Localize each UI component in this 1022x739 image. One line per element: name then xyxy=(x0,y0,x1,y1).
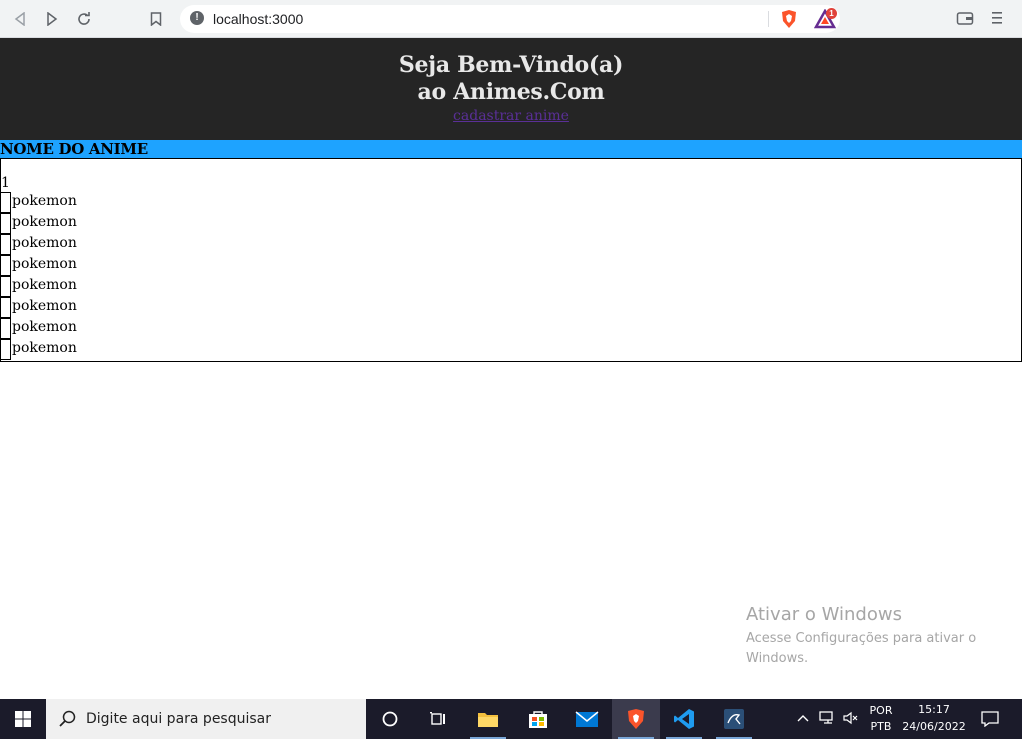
windows-icon xyxy=(15,711,31,727)
chevron-up-icon xyxy=(797,715,809,722)
back-icon xyxy=(14,12,25,26)
forward-icon xyxy=(47,12,58,26)
volume-button[interactable] xyxy=(840,699,862,739)
anime-list: 1 pokemon pokemon pokemon pokemon pokemo… xyxy=(0,158,1022,362)
volume-muted-icon xyxy=(843,711,858,725)
clock-time: 15:17 xyxy=(918,703,950,716)
network-button[interactable] xyxy=(816,699,838,739)
page-content: Seja Bem-Vindo(a) ao Animes.Com cadastra… xyxy=(0,38,1022,699)
keyboard-layout: PTB xyxy=(870,720,892,733)
back-button[interactable] xyxy=(8,7,32,31)
activation-watermark: Ativar o Windows Acesse Configurações pa… xyxy=(746,604,1006,669)
divider xyxy=(768,11,769,27)
page-header: Seja Bem-Vindo(a) ao Animes.Com cadastra… xyxy=(0,38,1022,140)
activation-subtitle: Acesse Configurações para ativar o Windo… xyxy=(746,631,977,666)
cortana-icon xyxy=(382,711,398,727)
taskbar: Digite aqui para pesquisar POR PTB 15:17… xyxy=(0,699,1022,739)
address-bar[interactable]: ! localhost:3000 1 xyxy=(180,5,840,33)
checkbox[interactable] xyxy=(1,192,11,213)
task-view-icon xyxy=(430,712,445,725)
column-header: NOME DO ANIME xyxy=(0,140,148,158)
start-button[interactable] xyxy=(0,699,46,739)
language-code: POR xyxy=(869,704,893,717)
wallet-icon[interactable] xyxy=(956,10,974,26)
anime-name: pokemon xyxy=(12,340,77,356)
store-button[interactable] xyxy=(514,699,562,739)
list-item: pokemon xyxy=(1,318,301,339)
cortana-button[interactable] xyxy=(366,699,414,739)
checkbox[interactable] xyxy=(1,339,11,360)
anime-name: pokemon xyxy=(12,319,77,335)
taskbar-search[interactable]: Digite aqui para pesquisar xyxy=(46,699,366,739)
url-text[interactable]: localhost:3000 xyxy=(213,11,303,27)
checkbox[interactable] xyxy=(1,276,11,297)
browser-toolbar: ! localhost:3000 1 xyxy=(0,0,1022,38)
task-view-button[interactable] xyxy=(414,699,462,739)
menu-icon[interactable] xyxy=(990,10,1004,26)
bookmark-icon xyxy=(150,12,162,26)
list-item: pokemon xyxy=(1,234,301,255)
brave-shields-icon[interactable] xyxy=(780,9,798,29)
folder-icon xyxy=(478,713,498,727)
anime-name: pokemon xyxy=(12,277,77,293)
checkbox[interactable] xyxy=(1,234,11,255)
checkbox[interactable] xyxy=(1,297,11,318)
mail-icon xyxy=(575,711,599,727)
mysql-workbench-button[interactable] xyxy=(710,699,758,739)
list-item: pokemon xyxy=(1,213,301,234)
list-item: pokemon xyxy=(1,192,301,213)
reload-icon xyxy=(78,12,90,25)
search-icon xyxy=(59,710,76,727)
mysql-workbench-icon xyxy=(724,709,744,729)
notification-icon xyxy=(981,711,999,727)
clock-date: 24/06/2022 xyxy=(902,720,966,733)
anime-name: pokemon xyxy=(12,256,77,272)
forward-button[interactable] xyxy=(40,7,64,31)
vscode-button[interactable] xyxy=(660,699,708,739)
reload-button[interactable] xyxy=(72,7,96,31)
clock[interactable]: 15:17 24/06/2022 xyxy=(902,699,966,739)
vscode-icon xyxy=(674,709,694,729)
mail-button[interactable] xyxy=(563,699,611,739)
brave-browser-button[interactable] xyxy=(612,699,660,739)
anime-name: pokemon xyxy=(12,298,77,314)
activation-title: Ativar o Windows xyxy=(746,604,902,625)
show-hidden-icons-button[interactable] xyxy=(794,699,814,739)
list-item: pokemon xyxy=(1,297,301,318)
anime-name: pokemon xyxy=(12,214,77,230)
column-header-bar: NOME DO ANIME xyxy=(0,140,1022,158)
list-item: pokemon xyxy=(1,339,301,360)
checkbox[interactable] xyxy=(1,255,11,276)
site-info-icon[interactable]: ! xyxy=(190,11,204,25)
register-anime-link[interactable]: cadastrar anime xyxy=(0,108,1022,124)
bookmark-button[interactable] xyxy=(144,7,168,31)
checkbox[interactable] xyxy=(1,318,11,339)
row-count: 1 xyxy=(1,175,10,191)
file-explorer-button[interactable] xyxy=(464,699,512,739)
action-center-button[interactable] xyxy=(978,699,1002,739)
language-button[interactable]: POR PTB xyxy=(866,699,896,739)
list-item: pokemon xyxy=(1,255,301,276)
anime-name: pokemon xyxy=(12,193,77,209)
store-icon xyxy=(529,711,547,728)
list-item: pokemon xyxy=(1,276,301,297)
checkbox[interactable] xyxy=(1,213,11,234)
search-placeholder: Digite aqui para pesquisar xyxy=(86,711,272,727)
network-icon xyxy=(819,711,833,724)
page-title: Seja Bem-Vindo(a) ao Animes.Com xyxy=(398,52,624,105)
anime-name: pokemon xyxy=(12,235,77,251)
rewards-badge: 1 xyxy=(826,8,837,19)
brave-icon xyxy=(628,709,644,729)
